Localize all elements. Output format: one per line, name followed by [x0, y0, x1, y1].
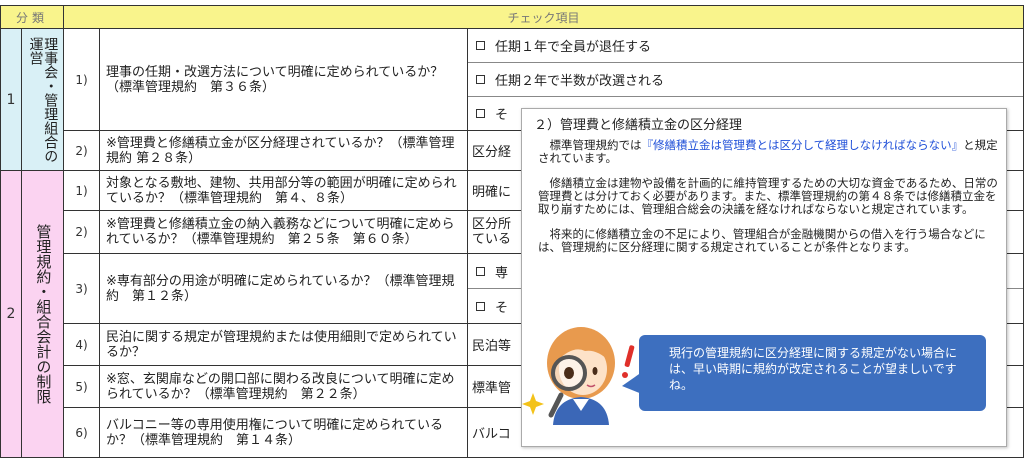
header-checklist: チェック項目	[64, 5, 1024, 29]
row-number: 2)	[64, 211, 100, 254]
section-title-2: 管理規約・組合会計の制限	[22, 171, 64, 458]
checkbox-icon[interactable]	[476, 41, 485, 50]
checkbox-icon[interactable]	[476, 75, 485, 84]
row-number: 5)	[64, 366, 100, 408]
popup-paragraph-3: 将来的に修繕積立金の不足により、管理組合が金融機関からの借入を行う場合などには、…	[538, 227, 986, 254]
checkbox-icon[interactable]	[476, 266, 485, 276]
speech-bubble: 現行の管理規約に区分経理に関する規定がない場合には、早い時期に規約が改定されるこ…	[639, 335, 986, 411]
magnifier-girl-illustration	[522, 327, 635, 425]
speech-bubble-tail	[622, 372, 642, 394]
popup-paragraph-2: 修繕積立金は建物や設備を計画的に維持管理するための大切な資金であるため、日常の管…	[538, 176, 998, 216]
section-number-2: 2	[0, 171, 22, 458]
row-question: 対象となる敷地、建物、共用部分等の範囲が明確に定められているか？（標準管理規約 …	[100, 171, 468, 211]
popup-highlight: 『修繕積立金は管理費とは区分して経理しなければならない』	[641, 138, 964, 152]
row-question: ※管理費と修繕積立金の納入義務などについて明確に定められているか？（標準管理規約…	[100, 211, 468, 254]
row-number: 3)	[64, 254, 100, 324]
sparkle-icon	[522, 393, 544, 415]
checkbox-icon[interactable]	[476, 109, 485, 118]
answer-option[interactable]: 任期２年で半数が改選される	[468, 63, 1024, 97]
row-question: ※管理費と修繕積立金が区分経理されているか？（標準管理規約 第２８条）	[100, 131, 468, 171]
checkbox-icon[interactable]	[476, 301, 485, 311]
row-question: バルコニー等の専用使用権について明確に定められているか？（標準管理規約 第１４条…	[100, 408, 468, 458]
row-question: 理事の任期・改選方法について明確に定められているか？（標準管理規約 第３６条）	[100, 29, 468, 131]
row-number: 4)	[64, 324, 100, 366]
popup-body: 標準管理規約では『修繕積立金は管理費とは区分して経理しなければならない』と規定さ…	[538, 139, 1000, 266]
answer-option[interactable]: 任期１年で全員が退任する	[468, 29, 1024, 63]
section-title-1: 理事会・管理組合の運営	[22, 29, 64, 171]
popup-paragraph-1: 標準管理規約では『修繕積立金は管理費とは区分して経理しなければならない』と規定さ…	[538, 138, 998, 165]
exclamation-icon	[624, 345, 635, 367]
row-number: 6)	[64, 408, 100, 458]
section-number-1: 1	[0, 29, 22, 171]
header-category: 分類	[0, 5, 64, 29]
row-question: 民泊に関する規定が管理規約または使用細則で定められているか？	[100, 324, 468, 366]
row-question: ※窓、玄関扉などの開口部に関わる改良について明確に定められているか？（標準管理規…	[100, 366, 468, 408]
row-number: 1)	[64, 171, 100, 211]
row-question: ※専有部分の用途が明確に定められているか？（標準管理規約 第１２条）	[100, 254, 468, 324]
row-number: 2)	[64, 131, 100, 171]
row-number: 1)	[64, 29, 100, 131]
popup-title: ２）管理費と修繕積立金の区分経理	[534, 118, 743, 133]
